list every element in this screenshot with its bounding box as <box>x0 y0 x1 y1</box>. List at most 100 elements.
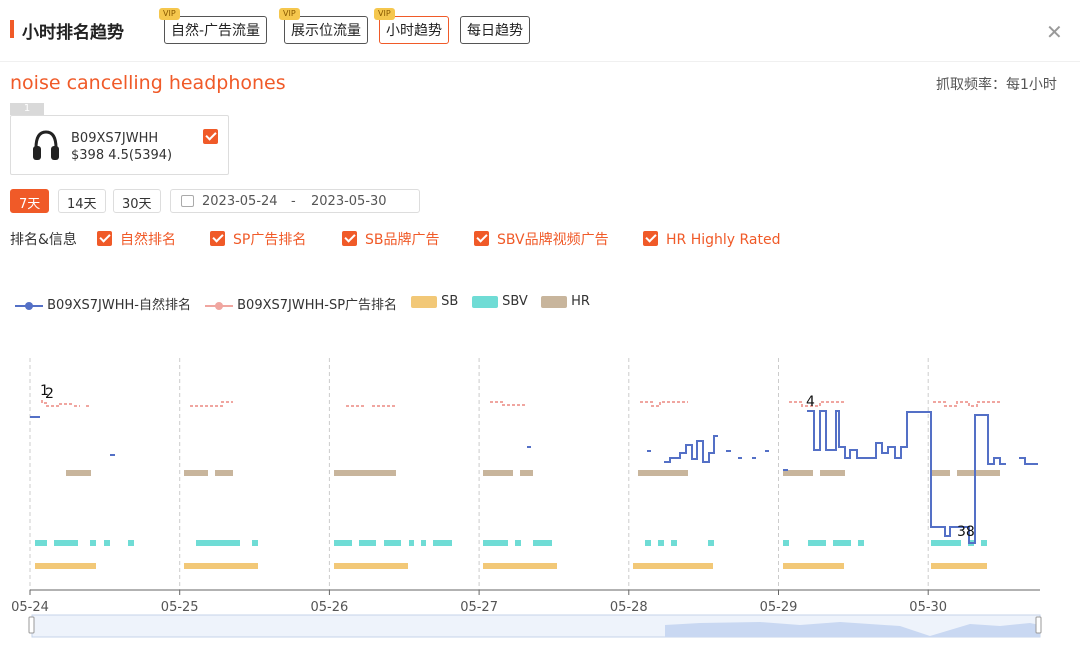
bar-segment-sbv <box>359 540 376 546</box>
checkbox-icon <box>97 231 112 246</box>
bar-segment-sbv <box>384 540 401 546</box>
filter-text: SB品牌广告 <box>365 232 440 248</box>
x-tick-label: 05-27 <box>460 600 498 615</box>
filter-text: SP广告排名 <box>233 232 307 248</box>
date-range-picker[interactable]: 2023-05-24 - 2023-05-30 <box>170 189 420 213</box>
filter-text: SBV品牌视频广告 <box>497 232 609 248</box>
bar-segment-hr <box>638 470 688 476</box>
bar-segment-sb <box>931 563 987 569</box>
annotation-label: 4 <box>806 394 815 410</box>
calendar-icon <box>181 195 194 207</box>
range-30d-button[interactable]: 30天 <box>113 189 161 213</box>
x-tick-label: 05-26 <box>311 600 349 615</box>
legend-sbv[interactable]: SBV <box>472 294 528 309</box>
legend-label: B09XS7JWHH-自然排名 <box>47 298 191 313</box>
annotation-label: 2 <box>45 386 54 402</box>
tab-hourly-trend[interactable]: VIP 小时趋势 <box>374 8 449 44</box>
bar-segment-sbv <box>483 540 508 546</box>
vip-badge: VIP <box>374 8 395 20</box>
close-icon[interactable]: ✕ <box>1046 20 1063 44</box>
bar-segment-hr <box>66 470 91 476</box>
bar-segment-hr <box>931 470 950 476</box>
legend-sp[interactable]: B09XS7JWHH-SP广告排名 <box>205 294 397 313</box>
bar-segment-hr <box>334 470 396 476</box>
legend-label: HR <box>571 294 590 309</box>
legend-swatch <box>411 295 437 308</box>
keyword-title: noise cancelling headphones <box>10 72 286 94</box>
filter-sb[interactable]: SB品牌广告 <box>342 229 440 249</box>
chart-annotations: 12 438 <box>40 383 975 540</box>
tab-label: 每日趋势 <box>467 23 523 39</box>
legend-label: SBV <box>502 294 528 309</box>
zoom-right-handle <box>1035 616 1042 634</box>
legend-line-icon <box>205 301 233 310</box>
bar-segment-sbv <box>833 540 851 546</box>
bar-segment-sbv <box>54 540 78 546</box>
date-separator: - <box>291 194 296 209</box>
range-14d-button[interactable]: 14天 <box>58 189 106 213</box>
vip-badge: VIP <box>279 8 300 20</box>
bar-segment-sbv <box>858 540 864 546</box>
chart-x-axis: 05-24 05-25 05-26 05-27 05-28 05-29 05-30 <box>11 589 1040 615</box>
bar-segment-sbv <box>515 540 521 546</box>
bar-segment-hr <box>957 470 1000 476</box>
legend-label: SB <box>441 294 459 309</box>
legend-label: B09XS7JWHH-SP广告排名 <box>237 298 398 313</box>
checkbox-icon <box>474 231 489 246</box>
product-asin: B09XS7JWHH <box>71 131 159 146</box>
chart-series-lines <box>30 400 1038 544</box>
tab-daily-trend[interactable]: 每日趋势 <box>460 16 530 44</box>
legend-hr[interactable]: HR <box>541 294 590 309</box>
legend-organic[interactable]: B09XS7JWHH-自然排名 <box>15 294 191 313</box>
x-tick-label: 05-30 <box>909 600 947 615</box>
dialog-title: 小时排名趋势 <box>22 23 124 43</box>
bar-segment-sbv <box>658 540 664 546</box>
bar-segment-sbv <box>409 540 414 546</box>
bar-segment-sbv <box>421 540 426 546</box>
crawl-frequency: 抓取频率：每1小时 <box>936 77 1057 93</box>
legend-swatch <box>541 295 567 308</box>
bar-segment-sbv <box>671 540 677 546</box>
title-accent-bar <box>10 20 14 38</box>
tab-placement-traffic[interactable]: VIP 展示位流量 <box>279 8 368 44</box>
bar-segment-hr <box>820 470 845 476</box>
tab-label: 自然-广告流量 <box>171 23 261 39</box>
sp-rank-line <box>933 401 1000 407</box>
bar-segment-sbv <box>196 540 240 546</box>
tab-organic-ad-traffic[interactable]: VIP 自然-广告流量 <box>159 8 268 44</box>
start-date: 2023-05-24 <box>202 194 278 209</box>
bar-segment-hr <box>184 470 208 476</box>
bar-segment-sb <box>783 563 844 569</box>
bar-segment-sbv <box>252 540 258 546</box>
bar-segment-sbv <box>128 540 134 546</box>
checkbox-icon <box>210 231 225 246</box>
x-tick-label: 05-29 <box>760 600 798 615</box>
product-checkbox[interactable] <box>203 129 218 144</box>
legend-line-icon <box>15 301 43 310</box>
chart-zoom-slider[interactable] <box>28 614 1042 638</box>
product-index-tag: 1 <box>10 103 44 115</box>
product-card[interactable]: B09XS7JWHH $398 4.5(5394) <box>10 115 229 175</box>
filter-label: 排名&信息 <box>10 232 77 248</box>
range-7d-button[interactable]: 7天 <box>10 189 50 213</box>
bar-segment-sbv <box>35 540 47 546</box>
bar-segment-sbv <box>533 540 552 546</box>
annotation-label: 38 <box>957 524 975 540</box>
filter-hr[interactable]: HR Highly Rated <box>643 229 781 248</box>
organic-rank-line <box>807 410 1006 544</box>
filter-sp-rank[interactable]: SP广告排名 <box>210 229 306 249</box>
legend-sb[interactable]: SB <box>411 294 458 309</box>
end-date: 2023-05-30 <box>311 194 387 209</box>
zoom-left-handle <box>28 616 35 634</box>
bar-segment-sb <box>483 563 557 569</box>
organic-rank-line <box>1019 457 1038 465</box>
headphones-icon <box>33 130 59 160</box>
filter-text: HR Highly Rated <box>666 232 781 248</box>
checkbox-icon <box>643 231 658 246</box>
legend-swatch <box>472 295 498 308</box>
filter-sbv[interactable]: SBV品牌视频广告 <box>474 229 609 249</box>
x-tick-label: 05-28 <box>610 600 648 615</box>
filter-organic-rank[interactable]: 自然排名 <box>97 229 176 249</box>
vip-badge: VIP <box>159 8 180 20</box>
sp-rank-line <box>190 401 233 407</box>
